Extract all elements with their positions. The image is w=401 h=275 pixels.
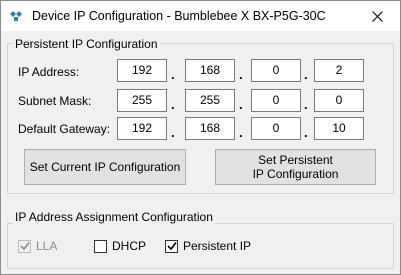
window-title: Device IP Configuration - Bumblebee X BX… bbox=[32, 9, 326, 23]
default-gateway-dot: . bbox=[171, 125, 175, 140]
subnet-mask-octet-3[interactable]: 0 bbox=[251, 89, 301, 112]
default-gateway-dot: . bbox=[304, 125, 308, 140]
default-gateway-dot: . bbox=[239, 125, 243, 140]
persistent-ip-option[interactable]: Persistent IP bbox=[165, 239, 251, 253]
close-icon bbox=[371, 10, 383, 22]
close-button[interactable] bbox=[354, 1, 400, 31]
subnet-mask-label: Subnet Mask: bbox=[18, 94, 92, 108]
subnet-mask-octet-4[interactable]: 0 bbox=[314, 89, 364, 112]
set-persistent-ip-button-line2: IP Configuration bbox=[252, 167, 339, 181]
checkmark-icon bbox=[19, 242, 30, 251]
default-gateway-octet-4[interactable]: 10 bbox=[314, 117, 364, 140]
persistent-ip-label: Persistent IP bbox=[183, 239, 252, 253]
set-persistent-ip-button-line1: Set Persistent bbox=[258, 153, 333, 167]
default-gateway-octet-3[interactable]: 0 bbox=[251, 117, 301, 140]
ip-address-octet-1[interactable]: 192 bbox=[117, 59, 167, 82]
ip-address-octet-4[interactable]: 2 bbox=[314, 59, 364, 82]
default-gateway-octet-1[interactable]: 192 bbox=[117, 117, 167, 140]
title-bar[interactable]: Device IP Configuration - Bumblebee X BX… bbox=[1, 1, 400, 31]
lla-checkbox[interactable] bbox=[18, 239, 31, 253]
checkmark-icon bbox=[166, 242, 177, 251]
persistent-ip-checkbox[interactable] bbox=[165, 239, 178, 253]
subnet-mask-octet-1[interactable]: 255 bbox=[117, 89, 167, 112]
set-current-ip-button-label: Set Current IP Configuration bbox=[29, 160, 181, 174]
lla-label: LLA bbox=[36, 239, 58, 253]
app-icon bbox=[9, 10, 23, 22]
subnet-mask-octet-2[interactable]: 255 bbox=[185, 89, 235, 112]
ip-address-label: IP Address: bbox=[18, 65, 80, 79]
ip-address-octet-2[interactable]: 168 bbox=[185, 59, 235, 82]
ip-address-octet-3[interactable]: 0 bbox=[251, 59, 301, 82]
dhcp-checkbox[interactable] bbox=[94, 239, 107, 253]
subnet-mask-dot: . bbox=[171, 97, 175, 112]
device-ip-config-window: Device IP Configuration - Bumblebee X BX… bbox=[0, 0, 401, 275]
lla-option[interactable]: LLA bbox=[18, 239, 57, 253]
dhcp-option[interactable]: DHCP bbox=[94, 239, 146, 253]
subnet-mask-dot: . bbox=[304, 97, 308, 112]
default-gateway-octet-2[interactable]: 168 bbox=[185, 117, 235, 140]
persistent-ip-group-label: Persistent IP Configuration bbox=[13, 37, 160, 51]
dhcp-label: DHCP bbox=[112, 239, 147, 253]
set-current-ip-button[interactable]: Set Current IP Configuration bbox=[24, 149, 186, 185]
set-persistent-ip-button[interactable]: Set Persistent IP Configuration bbox=[215, 149, 376, 185]
ip-address-dot: . bbox=[171, 67, 175, 82]
default-gateway-label: Default Gateway: bbox=[18, 122, 111, 136]
assignment-group-label: IP Address Assignment Configuration bbox=[13, 210, 215, 224]
ip-address-dot: . bbox=[304, 67, 308, 82]
subnet-mask-dot: . bbox=[239, 97, 243, 112]
ip-address-dot: . bbox=[239, 67, 243, 82]
